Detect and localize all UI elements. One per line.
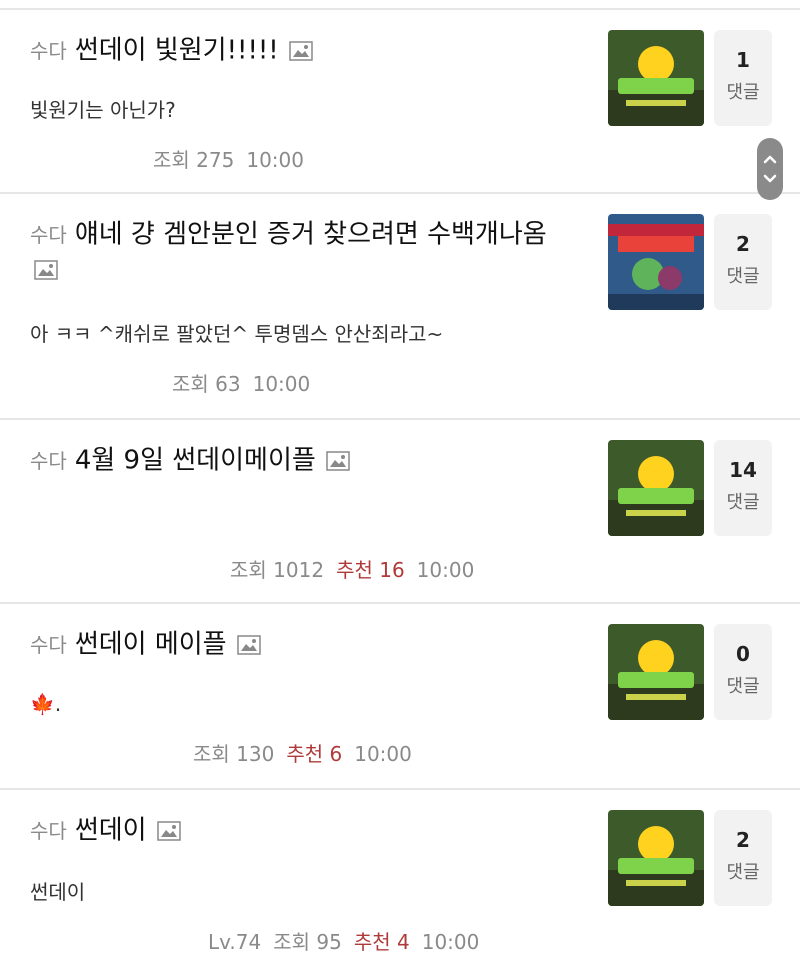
image-icon bbox=[236, 634, 261, 655]
view-count: 조회 63 bbox=[172, 372, 241, 396]
post-time: 10:00 bbox=[421, 930, 480, 954]
post-title[interactable]: 썬데이 빛원기!!!!! bbox=[75, 36, 279, 66]
post-thumbnail[interactable] bbox=[608, 440, 704, 536]
post-meta: 조회 1012 추천 16 10:00 bbox=[230, 554, 486, 583]
comment-label: 댓글 bbox=[726, 492, 760, 513]
comment-count: 1 bbox=[736, 48, 750, 72]
view-count: 조회 275 bbox=[153, 148, 235, 172]
post-category: 수다 bbox=[30, 222, 67, 247]
post-time: 10:00 bbox=[246, 148, 304, 172]
view-count: 조회 1012 bbox=[230, 558, 325, 582]
comment-label: 댓글 bbox=[726, 676, 760, 697]
comment-count: 0 bbox=[736, 642, 750, 666]
recommend-count: 추천 16 bbox=[336, 558, 405, 582]
comment-count: 2 bbox=[736, 828, 750, 852]
image-icon bbox=[34, 260, 58, 280]
scroll-handle[interactable] bbox=[757, 138, 783, 200]
post-title[interactable]: 썬데이 bbox=[75, 816, 147, 846]
comment-count: 2 bbox=[736, 232, 750, 256]
view-count: 조회 130 bbox=[193, 742, 275, 766]
post-meta: 조회 275 10:00 bbox=[153, 144, 316, 173]
comment-count-box[interactable]: 14 댓글 bbox=[714, 440, 772, 536]
recommend-count: 추천 4 bbox=[353, 930, 410, 954]
image-icon bbox=[156, 820, 181, 841]
post-preview: 🍁. bbox=[30, 692, 62, 716]
post-title-line: 수다 얘네 걍 겜안분인 증거 찾으려면 수백개나옴 bbox=[30, 212, 590, 257]
post-item[interactable]: 수다 4월 9일 썬데이메이플 조회 1012 추천 16 10:00 14 댓글 bbox=[0, 418, 800, 602]
comment-label: 댓글 bbox=[726, 862, 760, 883]
post-title-line: 수다 썬데이 메이플 bbox=[30, 622, 582, 667]
post-title[interactable]: 4월 9일 썬데이메이플 bbox=[75, 446, 316, 476]
comment-count-box[interactable]: 2 댓글 bbox=[714, 810, 772, 906]
comment-count-box[interactable]: 0 댓글 bbox=[714, 624, 772, 720]
post-item[interactable]: 수다 썬데이 썬데이 Lv.74 조회 95 추천 4 10:00 2 댓글 bbox=[0, 788, 800, 970]
post-meta: 조회 130 추천 6 10:00 bbox=[193, 738, 424, 767]
post-category: 수다 bbox=[30, 448, 67, 473]
comment-count-box[interactable]: 1 댓글 bbox=[714, 30, 772, 126]
post-meta: Lv.74 조회 95 추천 4 10:00 bbox=[208, 926, 491, 955]
post-item[interactable]: 수다 썬데이 빛원기!!!!! 빛원기는 아닌가? 조회 275 10:00 1 댓… bbox=[0, 8, 800, 192]
recommend-count: 추천 6 bbox=[286, 742, 343, 766]
post-thumbnail[interactable] bbox=[608, 810, 704, 906]
post-title-line: 수다 썬데이 bbox=[30, 808, 582, 853]
image-icon bbox=[288, 40, 313, 61]
post-category: 수다 bbox=[30, 632, 67, 657]
post-thumbnail[interactable] bbox=[608, 214, 704, 310]
post-thumbnail[interactable] bbox=[608, 30, 704, 126]
chevron-up-icon[interactable] bbox=[757, 138, 783, 200]
image-icon bbox=[326, 450, 350, 471]
post-title-line: 수다 4월 9일 썬데이메이플 bbox=[30, 438, 582, 483]
author-level: Lv.74 bbox=[208, 930, 262, 954]
post-item[interactable]: 수다 얘네 걍 겜안분인 증거 찾으려면 수백개나옴 아 ㅋㅋ ^캐쉬로 팔았던^… bbox=[0, 192, 800, 418]
post-title[interactable]: 얘네 걍 겜안분인 증거 찾으려면 수백개나옴 bbox=[75, 220, 547, 250]
post-preview: 썬데이 bbox=[30, 880, 86, 904]
post-category: 수다 bbox=[30, 818, 67, 843]
post-preview: 아 ㅋㅋ ^캐쉬로 팔았던^ 투명뎀스 안산죄라고~ bbox=[30, 322, 444, 346]
post-time: 10:00 bbox=[416, 558, 475, 582]
post-title-line: 수다 썬데이 빛원기!!!!! bbox=[30, 28, 582, 73]
comment-label: 댓글 bbox=[726, 266, 760, 287]
post-thumbnail[interactable] bbox=[608, 624, 704, 720]
post-title[interactable]: 썬데이 메이플 bbox=[75, 630, 227, 660]
post-category: 수다 bbox=[30, 38, 67, 63]
view-count: 조회 95 bbox=[273, 930, 342, 954]
post-item[interactable]: 수다 썬데이 메이플 🍁. 조회 130 추천 6 10:00 0 댓글 bbox=[0, 602, 800, 788]
post-meta: 조회 63 10:00 bbox=[172, 368, 322, 397]
comment-count-box[interactable]: 2 댓글 bbox=[714, 214, 772, 310]
comment-label: 댓글 bbox=[726, 82, 760, 103]
post-preview: 빛원기는 아닌가? bbox=[30, 98, 176, 122]
comment-count: 14 bbox=[729, 458, 757, 482]
post-time: 10:00 bbox=[252, 372, 311, 396]
post-time: 10:00 bbox=[354, 742, 412, 766]
